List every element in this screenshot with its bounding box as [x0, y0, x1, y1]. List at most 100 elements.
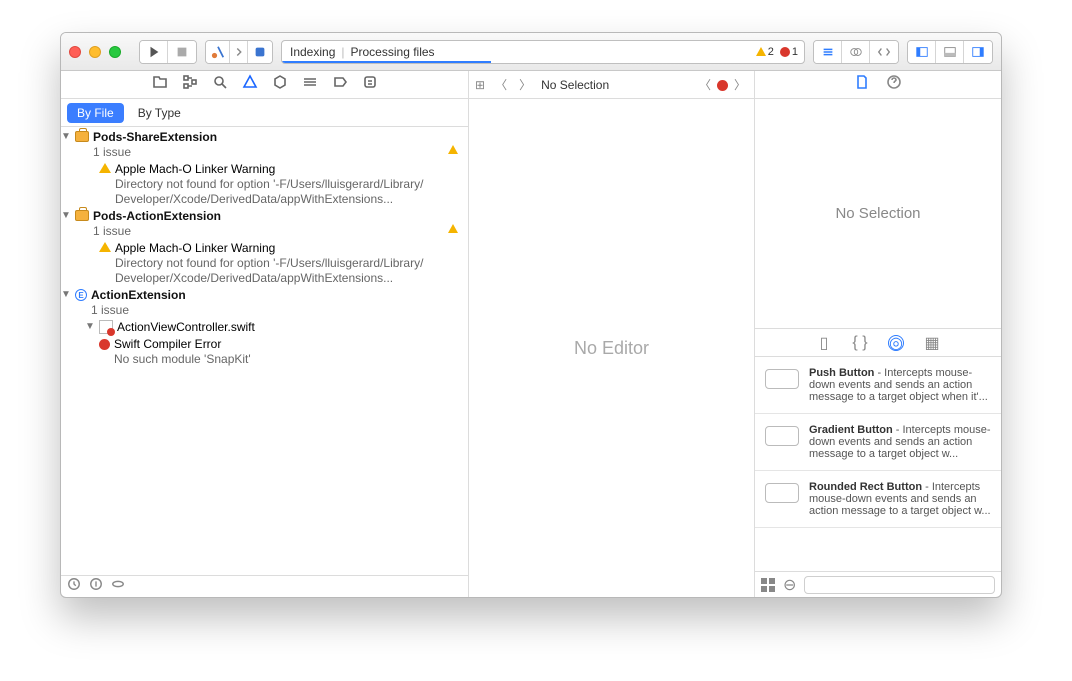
group-count: 1 issue: [91, 303, 444, 318]
progress-bar: [282, 61, 491, 63]
back-button[interactable]: 〈: [493, 76, 509, 93]
help-inspector-icon[interactable]: [886, 74, 902, 95]
issue-filter-tabs: By File By Type: [61, 99, 468, 127]
issue-tree[interactable]: ▼ Pods-ShareExtension 1 issue Apple Mach…: [61, 127, 468, 575]
minimize-button[interactable]: [89, 46, 101, 58]
group-title: ActionExtension: [91, 288, 444, 303]
jump-bar: ⊞ 〈 〉 No Selection 〈 〉: [469, 71, 754, 99]
scm-filter-icon[interactable]: [89, 577, 103, 596]
media-library-icon[interactable]: ▦: [924, 335, 940, 351]
issue-title: Apple Mach-O Linker Warning: [115, 162, 462, 177]
issue-item[interactable]: Apple Mach-O Linker Warning Directory no…: [61, 161, 468, 208]
issue-detail: No such module 'SnapKit': [114, 352, 462, 367]
library-search-input[interactable]: [804, 576, 995, 594]
project-navigator-icon[interactable]: [152, 74, 168, 95]
scheme-chevron-icon[interactable]: [230, 41, 248, 63]
next-issue-button[interactable]: 〉: [732, 76, 748, 93]
file-inspector-icon[interactable]: [854, 74, 870, 95]
recent-filter-icon[interactable]: [67, 577, 81, 596]
extension-icon: E: [75, 289, 87, 301]
disclosure-triangle[interactable]: ▼: [61, 209, 71, 221]
navigator-panel: By File By Type ▼ Pods-ShareExtension 1 …: [61, 71, 469, 597]
close-button[interactable]: [69, 46, 81, 58]
titlebar: Indexing | Processing files 2 1: [61, 33, 1001, 71]
prev-issue-button[interactable]: 〈: [697, 76, 713, 93]
report-navigator-icon[interactable]: [362, 74, 378, 95]
object-library-icon[interactable]: ◎: [888, 335, 904, 351]
library-filter-bar: ⊖: [755, 571, 1001, 597]
assistant-editor-button[interactable]: [842, 41, 870, 63]
xcode-window: Indexing | Processing files 2 1: [60, 32, 1002, 598]
warning-badge-icon: [448, 130, 462, 145]
symbol-navigator-icon[interactable]: [182, 74, 198, 95]
swift-file-icon: [99, 320, 113, 334]
library-thumb: [765, 426, 799, 446]
issue-title: Swift Compiler Error: [114, 337, 462, 352]
scheme-app-icon[interactable]: [206, 41, 230, 63]
disclosure-triangle[interactable]: ▼: [61, 130, 71, 142]
issue-group[interactable]: ▼ E ActionExtension 1 issue: [61, 287, 468, 319]
by-file-tab[interactable]: By File: [67, 103, 124, 123]
status-text-left: Indexing: [290, 45, 335, 59]
disclosure-triangle[interactable]: ▼: [85, 320, 95, 332]
status-text-right: Processing files: [351, 45, 435, 59]
scope-filter-icon[interactable]: ⊖: [783, 575, 796, 595]
stop-button[interactable]: [168, 41, 196, 63]
library-item[interactable]: Push Button - Intercepts mouse-down even…: [755, 357, 1001, 414]
version-editor-button[interactable]: [870, 41, 898, 63]
scheme-segment[interactable]: [205, 40, 273, 64]
group-count: 1 issue: [93, 145, 444, 160]
file-name: ActionViewController.swift: [117, 320, 462, 335]
group-title: Pods-ShareExtension: [93, 130, 444, 145]
standard-editor-button[interactable]: [814, 41, 842, 63]
target-icon: [75, 210, 89, 221]
inspector-selector: [755, 71, 1001, 99]
no-selection-label: No Selection: [835, 205, 920, 222]
test-navigator-icon[interactable]: [272, 74, 288, 95]
toolbar-warning-count[interactable]: 2: [756, 46, 774, 58]
panel-toggle-segment: [907, 40, 993, 64]
by-type-tab[interactable]: By Type: [128, 103, 191, 123]
warning-badge-icon: [448, 209, 462, 224]
issue-detail: Developer/Xcode/DerivedData/appWithExten…: [115, 192, 462, 207]
file-template-library-icon[interactable]: ▯: [816, 335, 832, 351]
inspector-placeholder: No Selection: [755, 99, 1001, 329]
status-separator: |: [341, 45, 344, 59]
run-button[interactable]: [140, 41, 168, 63]
code-snippet-library-icon[interactable]: { }: [852, 335, 868, 351]
issue-item[interactable]: Apple Mach-O Linker Warning Directory no…: [61, 240, 468, 287]
zoom-button[interactable]: [109, 46, 121, 58]
related-items-icon[interactable]: ⊞: [475, 78, 485, 92]
editor-panel: ⊞ 〈 〉 No Selection 〈 〉 No Editor: [469, 71, 755, 597]
toggle-inspector-button[interactable]: [964, 41, 992, 63]
issue-file[interactable]: ▼ ActionViewController.swift: [61, 319, 468, 336]
no-editor-label: No Editor: [574, 338, 649, 359]
group-count: 1 issue: [93, 224, 444, 239]
library-thumb: [765, 369, 799, 389]
library-item-name: Push Button: [809, 367, 874, 379]
breakpoint-navigator-icon[interactable]: [332, 74, 348, 95]
library-item[interactable]: Rounded Rect Button - Intercepts mouse-d…: [755, 471, 1001, 528]
target-icon: [75, 131, 89, 142]
disclosure-triangle[interactable]: ▼: [61, 288, 71, 300]
grid-view-icon[interactable]: [761, 578, 775, 592]
forward-button[interactable]: 〉: [517, 76, 533, 93]
run-stop-segment: [139, 40, 197, 64]
library-item[interactable]: Gradient Button - Intercepts mouse-down …: [755, 414, 1001, 471]
activity-status-bar: Indexing | Processing files 2 1: [281, 40, 805, 64]
toggle-navigator-button[interactable]: [908, 41, 936, 63]
find-navigator-icon[interactable]: [212, 74, 228, 95]
jump-bar-path[interactable]: No Selection: [541, 78, 609, 92]
issue-item[interactable]: Swift Compiler Error No such module 'Sna…: [61, 336, 468, 368]
current-issue-icon[interactable]: [717, 80, 728, 91]
issue-group[interactable]: ▼ Pods-ActionExtension 1 issue: [61, 208, 468, 240]
toggle-debug-button[interactable]: [936, 41, 964, 63]
issue-navigator-icon[interactable]: [242, 74, 258, 95]
issue-group[interactable]: ▼ Pods-ShareExtension 1 issue: [61, 129, 468, 161]
object-library-list[interactable]: Push Button - Intercepts mouse-down even…: [755, 357, 1001, 571]
debug-navigator-icon[interactable]: [302, 74, 318, 95]
toolbar-error-count[interactable]: 1: [780, 46, 798, 58]
scope-filter-icon[interactable]: [111, 577, 125, 596]
issue-detail: Directory not found for option '-F/Users…: [115, 256, 462, 271]
scheme-destination-icon[interactable]: [248, 41, 272, 63]
